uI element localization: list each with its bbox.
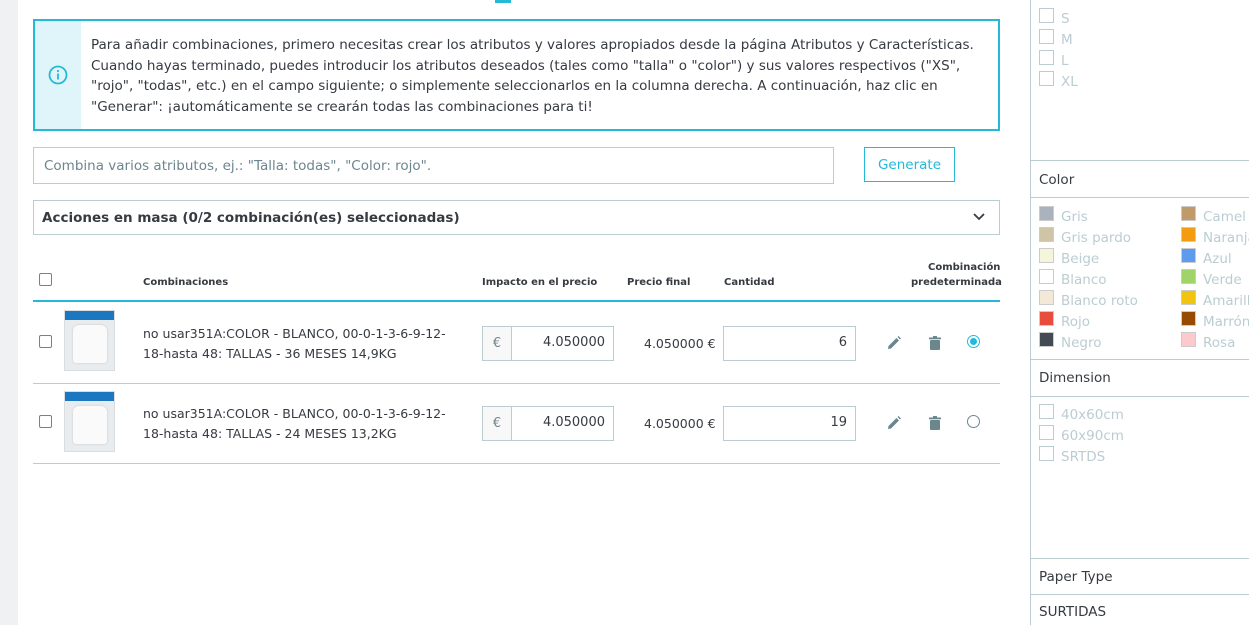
- column-header-impact: Impacto en el precio: [482, 277, 598, 288]
- color-label: Rosa: [1203, 335, 1236, 351]
- combine-attributes-input[interactable]: [33, 147, 834, 184]
- size-checkbox[interactable]: [1039, 8, 1054, 23]
- color-label: Camel: [1203, 209, 1246, 225]
- price-impact-field[interactable]: € 4.050000: [482, 406, 614, 441]
- quantity-field[interactable]: 19: [723, 406, 856, 441]
- size-label: L: [1061, 53, 1069, 69]
- color-label: Negro: [1061, 335, 1102, 351]
- color-swatch[interactable]: [1039, 248, 1054, 263]
- surtidas-title: SURTIDAS: [1039, 604, 1107, 620]
- chevron-down-icon: [973, 213, 985, 221]
- info-icon: [48, 65, 68, 85]
- dimension-checkbox[interactable]: [1039, 446, 1054, 461]
- default-combination-radio[interactable]: [967, 415, 980, 428]
- color-swatch[interactable]: [1181, 206, 1196, 221]
- info-text: Para añadir combinaciones, primero neces…: [91, 37, 974, 116]
- trash-icon[interactable]: [927, 415, 943, 431]
- dimension-label: 60x90cm: [1061, 428, 1124, 444]
- color-swatch[interactable]: [1181, 290, 1196, 305]
- edit-icon[interactable]: [886, 335, 902, 351]
- paper-type-attribute-box: Paper Type: [1031, 558, 1249, 594]
- attributes-sidebar: S M L XL Color Gris Gris pardo Beige Blanco…: [1030, 0, 1249, 625]
- surtidas-attribute-box: SURTIDAS: [1031, 594, 1249, 625]
- price-impact-value: 4.050000: [542, 335, 605, 350]
- color-swatch[interactable]: [1039, 290, 1054, 305]
- dimension-checkbox[interactable]: [1039, 425, 1054, 440]
- color-label: Gris pardo: [1061, 230, 1132, 246]
- dimension-label: 40x60cm: [1061, 407, 1124, 423]
- color-label: Gris: [1061, 209, 1088, 225]
- color-swatch[interactable]: [1039, 311, 1054, 326]
- combination-name: no usar351A:COLOR - BLANCO, 00-0-1-3-6-9…: [143, 406, 446, 441]
- color-label: Naranja: [1203, 230, 1249, 246]
- color-swatch[interactable]: [1181, 248, 1196, 263]
- final-price: 4.050000 €: [644, 416, 716, 431]
- column-header-quantity: Cantidad: [724, 277, 775, 288]
- color-swatch[interactable]: [1181, 269, 1196, 284]
- size-label: M: [1061, 32, 1073, 48]
- quantity-value: 19: [830, 415, 847, 430]
- generate-button[interactable]: Generate: [864, 147, 955, 182]
- select-all-checkbox[interactable]: [39, 273, 52, 286]
- size-checkbox[interactable]: [1039, 50, 1054, 65]
- row-checkbox[interactable]: [39, 415, 52, 428]
- paper-type-title: Paper Type: [1039, 569, 1113, 585]
- column-header-default-line2: predeterminada: [911, 277, 1002, 288]
- column-header-default-line1: Combinación: [928, 262, 1001, 273]
- active-tab-indicator: [495, 0, 511, 3]
- column-header-combinations: Combinaciones: [143, 277, 229, 288]
- color-swatch[interactable]: [1181, 332, 1196, 347]
- product-thumbnail: [64, 391, 115, 452]
- combination-name: no usar351A:COLOR - BLANCO, 00-0-1-3-6-9…: [143, 326, 446, 361]
- info-alert: Para añadir combinaciones, primero neces…: [33, 19, 1000, 131]
- table-header-divider: [33, 300, 1000, 302]
- size-checkbox[interactable]: [1039, 29, 1054, 44]
- color-swatch[interactable]: [1039, 206, 1054, 221]
- product-thumbnail: [64, 310, 115, 371]
- color-label: Beige: [1061, 251, 1100, 267]
- final-price: 4.050000 €: [644, 336, 716, 351]
- combinations-panel: Para añadir combinaciones, primero neces…: [18, 0, 1030, 625]
- color-swatch[interactable]: [1181, 227, 1196, 242]
- currency-addon: €: [483, 407, 512, 440]
- row-divider: [33, 383, 1000, 384]
- color-label: Azul: [1203, 251, 1232, 267]
- column-header-final-price: Precio final: [627, 277, 691, 288]
- trash-icon[interactable]: [927, 335, 943, 351]
- dimension-title: Dimension: [1039, 370, 1111, 386]
- quantity-field[interactable]: 6: [723, 326, 856, 361]
- color-swatch[interactable]: [1039, 227, 1054, 242]
- color-swatch[interactable]: [1181, 311, 1196, 326]
- row-divider: [33, 463, 1000, 464]
- color-label: Amarillo: [1203, 293, 1249, 309]
- dimension-label: SRTDS: [1061, 449, 1106, 465]
- color-label: Rojo: [1061, 314, 1091, 330]
- info-icon-column: [35, 21, 81, 129]
- color-label: Blanco roto: [1061, 293, 1138, 309]
- color-label: Verde: [1203, 272, 1242, 288]
- color-title: Color: [1039, 172, 1075, 188]
- price-impact-value: 4.050000: [542, 415, 605, 430]
- bulk-actions-dropdown[interactable]: Acciones en masa (0/2 combinación(es) se…: [33, 200, 1000, 235]
- color-swatch[interactable]: [1039, 269, 1054, 284]
- size-label: S: [1061, 11, 1070, 27]
- dimension-checkbox[interactable]: [1039, 404, 1054, 419]
- color-label: Marrón: [1203, 314, 1249, 330]
- quantity-value: 6: [838, 335, 847, 350]
- currency-addon: €: [483, 327, 512, 360]
- default-combination-radio[interactable]: [967, 335, 980, 348]
- color-swatch[interactable]: [1039, 332, 1054, 347]
- price-impact-field[interactable]: € 4.050000: [482, 326, 614, 361]
- bulk-actions-label: Acciones en masa (0/2 combinación(es) se…: [42, 210, 460, 226]
- size-checkbox[interactable]: [1039, 71, 1054, 86]
- row-checkbox[interactable]: [39, 335, 52, 348]
- color-label: Blanco: [1061, 272, 1107, 288]
- size-label: XL: [1061, 74, 1078, 90]
- edit-icon[interactable]: [886, 415, 902, 431]
